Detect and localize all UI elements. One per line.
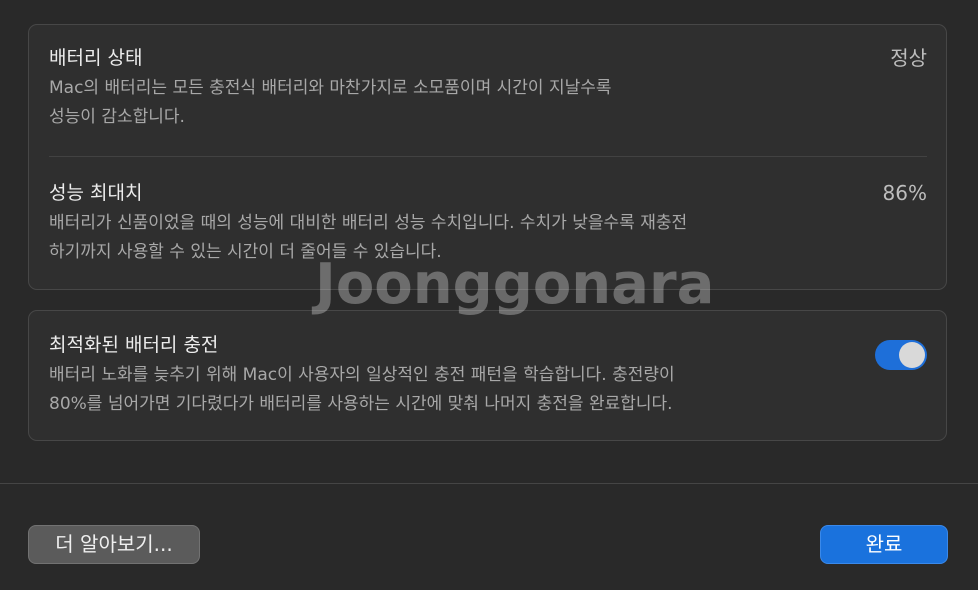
optimized-charging-toggle[interactable]	[875, 340, 927, 370]
optimized-charging-row: 최적화된 배터리 충전 배터리 노화를 늦추기 위해 Mac이 사용자의 일상적…	[49, 332, 927, 419]
divider	[49, 156, 927, 157]
battery-health-title: 배터리 상태	[49, 47, 143, 69]
footer-divider	[0, 483, 978, 484]
max-capacity-description: 배터리가 신품이었을 때의 성능에 대비한 배터리 성능 수치입니다. 수치가 …	[49, 213, 688, 262]
battery-health-row: 배터리 상태 Mac의 배터리는 모든 충전식 배터리와 마찬가지로 소모품이며…	[49, 45, 927, 132]
max-capacity-row: 성능 최대치 배터리가 신품이었을 때의 성능에 대비한 배터리 성능 수치입니…	[49, 180, 927, 267]
battery-health-value: 정상	[890, 46, 927, 70]
max-capacity-title: 성능 최대치	[49, 182, 143, 204]
learn-more-button[interactable]: 더 알아보기...	[28, 525, 200, 564]
battery-health-panel: 배터리 상태 Mac의 배터리는 모든 충전식 배터리와 마찬가지로 소모품이며…	[28, 24, 947, 290]
optimized-charging-title: 최적화된 배터리 충전	[49, 334, 219, 356]
done-button[interactable]: 완료	[820, 525, 948, 564]
max-capacity-value: 86%	[882, 181, 927, 205]
battery-health-description: Mac의 배터리는 모든 충전식 배터리와 마찬가지로 소모품이며 시간이 지날…	[49, 78, 612, 127]
toggle-knob[interactable]	[899, 342, 925, 368]
optimized-charging-description: 배터리 노화를 늦추기 위해 Mac이 사용자의 일상적인 충전 패턴을 학습합…	[49, 365, 675, 414]
optimized-charging-panel: 최적화된 배터리 충전 배터리 노화를 늦추기 위해 Mac이 사용자의 일상적…	[28, 310, 947, 441]
